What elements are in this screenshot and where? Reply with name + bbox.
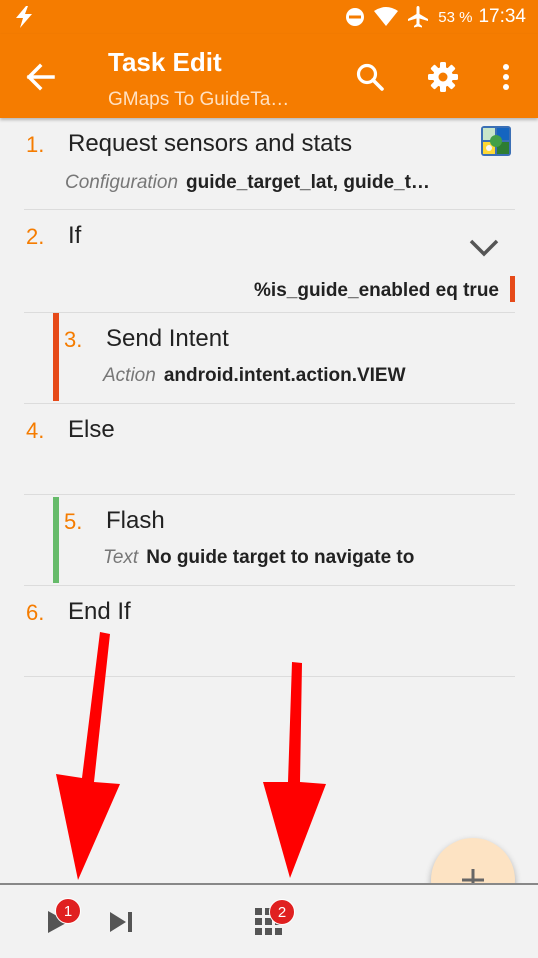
annotation-arrow-left <box>56 632 120 880</box>
param-value: No guide target to navigate to <box>146 547 415 568</box>
param-key: Text <box>103 547 139 568</box>
bottom-toolbar: 1 2 <box>0 883 538 958</box>
page-title: Task Edit <box>108 47 222 77</box>
annotation-arrow-right <box>263 662 326 878</box>
gear-icon[interactable] <box>427 61 459 93</box>
condition-text: %is_guide_enabled eq true <box>254 280 499 301</box>
action-name: End If <box>68 598 131 625</box>
play-badge: 1 <box>55 898 81 924</box>
battery-percent: 53 % <box>438 8 473 26</box>
action-number: 4. <box>26 418 45 443</box>
condition-indicator <box>510 276 515 302</box>
clock: 17:34 <box>478 6 526 27</box>
search-icon[interactable] <box>355 62 385 92</box>
action-number: 6. <box>26 600 45 625</box>
page-subtitle: GMaps To GuideTa… <box>108 89 290 110</box>
action-name: Flash <box>106 507 165 534</box>
param-value: android.intent.action.VIEW <box>163 365 406 386</box>
wifi-icon <box>374 7 399 26</box>
action-row-4[interactable]: 4. Else <box>24 404 515 495</box>
more-vert-icon[interactable] <box>496 62 516 92</box>
action-number: 2. <box>26 224 45 249</box>
block-indicator <box>53 313 59 401</box>
status-bar: 53 % 17:34 <box>0 0 538 34</box>
action-number: 3. <box>64 327 83 352</box>
action-number: 1. <box>26 132 45 157</box>
action-name: If <box>68 222 82 249</box>
param-key: Configuration <box>65 172 179 193</box>
action-param: Configuration guide_target_lat, guide_t… <box>65 172 430 194</box>
step-to-end-icon[interactable] <box>110 911 134 933</box>
action-row-5[interactable]: 5. Flash Text No guide target to navigate… <box>24 495 515 586</box>
action-row-2[interactable]: 2. If %is_guide_enabled eq true <box>24 210 515 313</box>
airplane-icon <box>408 6 429 28</box>
grid-badge: 2 <box>269 899 295 925</box>
action-param: Text No guide target to navigate to <box>103 547 414 569</box>
action-row-1[interactable]: 1. Request sensors and stats Configurati… <box>24 118 515 210</box>
action-param: Action android.intent.action.VIEW <box>103 365 406 387</box>
action-row-3[interactable]: 3. Send Intent Action android.intent.acti… <box>24 313 515 404</box>
action-name: Else <box>68 416 115 443</box>
block-indicator <box>53 497 59 583</box>
param-value: guide_target_lat, guide_t… <box>186 172 430 193</box>
chevron-down-icon[interactable] <box>468 238 500 258</box>
do-not-disturb-icon <box>346 8 365 26</box>
action-name: Request sensors and stats <box>68 130 353 157</box>
action-name: Send Intent <box>106 325 229 352</box>
bolt-icon <box>16 6 32 28</box>
back-arrow-icon[interactable] <box>25 61 57 93</box>
param-key: Action <box>103 365 156 386</box>
app-icon <box>481 126 511 156</box>
app-bar: Task Edit GMaps To GuideTa… <box>0 34 538 118</box>
action-number: 5. <box>64 509 83 534</box>
